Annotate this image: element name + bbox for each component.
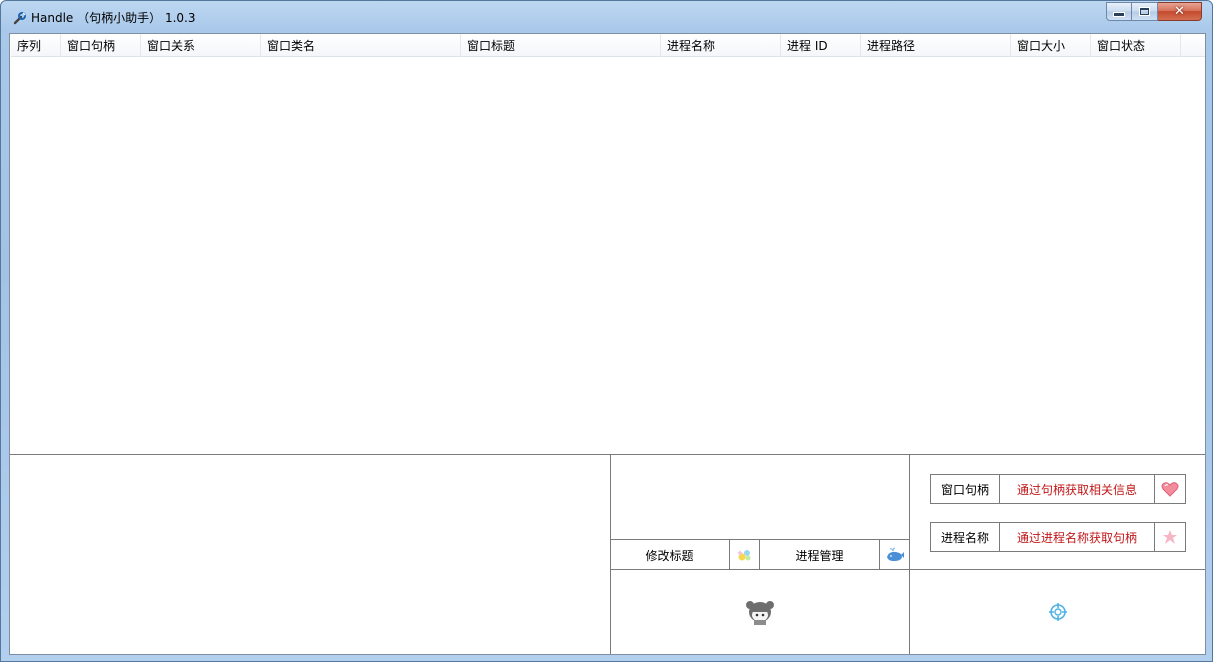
column-header-handle[interactable]: 窗口句柄	[61, 34, 141, 57]
window-list[interactable]: 序列 窗口句柄 窗口关系 窗口类名 窗口标题 进程名称 进程 ID 进程路径 窗…	[11, 34, 1205, 454]
crosshair-target-icon[interactable]	[1048, 602, 1068, 622]
heart-icon[interactable]	[1154, 474, 1186, 504]
maximize-icon	[1140, 8, 1149, 15]
process-manage-button[interactable]: 进程管理	[760, 540, 880, 570]
whale-icon[interactable]	[880, 540, 910, 570]
action-row: 修改标题 进程管理	[610, 539, 910, 570]
main-window: Handle （句柄小助手） 1.0.3 ✕ 序列 窗口句柄 窗口关系 窗口类名…	[0, 0, 1213, 662]
column-header-window-state[interactable]: 窗口状态	[1091, 34, 1181, 57]
wrench-icon	[13, 12, 26, 25]
client-area: 序列 窗口句柄 窗口关系 窗口类名 窗口标题 进程名称 进程 ID 进程路径 窗…	[9, 33, 1206, 655]
caption-buttons: ✕	[1106, 2, 1202, 22]
star-icon[interactable]	[1154, 522, 1186, 552]
edit-title-button[interactable]: 修改标题	[610, 540, 730, 570]
process-manage-label: 进程管理	[795, 548, 844, 563]
get-handle-by-process-name-button[interactable]: 通过进程名称获取句柄	[999, 522, 1155, 552]
window-title: Handle （句柄小助手） 1.0.3	[31, 11, 196, 25]
column-header-relation[interactable]: 窗口关系	[141, 34, 261, 57]
process-name-label-box: 进程名称	[930, 522, 1000, 552]
column-header-filler	[1181, 34, 1205, 57]
target-panel	[910, 570, 1205, 654]
handle-label-box: 窗口句柄	[930, 474, 1000, 504]
get-handle-by-process-name-label: 通过进程名称获取句柄	[1016, 530, 1137, 545]
column-header-process-path[interactable]: 进程路径	[861, 34, 1011, 57]
handle-label: 窗口句柄	[940, 482, 989, 497]
column-header-process-id[interactable]: 进程 ID	[781, 34, 861, 57]
close-button[interactable]: ✕	[1158, 2, 1202, 21]
process-name-label: 进程名称	[940, 530, 989, 545]
edit-title-label: 修改标题	[645, 548, 694, 563]
character-panel	[611, 570, 909, 654]
sparkle-icon[interactable]	[730, 540, 760, 570]
get-info-by-handle-button[interactable]: 通过句柄获取相关信息	[999, 474, 1155, 504]
minimize-icon	[1113, 12, 1125, 17]
column-header-process-name[interactable]: 进程名称	[661, 34, 781, 57]
anime-girl-icon[interactable]	[744, 598, 776, 626]
minimize-button[interactable]	[1106, 2, 1132, 21]
column-header-window-size[interactable]: 窗口大小	[1011, 34, 1091, 57]
close-icon: ✕	[1174, 4, 1185, 19]
info-panel	[11, 455, 610, 654]
maximize-button[interactable]	[1132, 2, 1158, 21]
list-header: 序列 窗口句柄 窗口关系 窗口类名 窗口标题 进程名称 进程 ID 进程路径 窗…	[11, 34, 1205, 57]
title-bar[interactable]: Handle （句柄小助手） 1.0.3 ✕	[1, 1, 1212, 33]
column-header-title[interactable]: 窗口标题	[461, 34, 661, 57]
column-header-class-name[interactable]: 窗口类名	[261, 34, 461, 57]
column-header-index[interactable]: 序列	[11, 34, 61, 57]
get-info-by-handle-label: 通过句柄获取相关信息	[1016, 482, 1137, 497]
